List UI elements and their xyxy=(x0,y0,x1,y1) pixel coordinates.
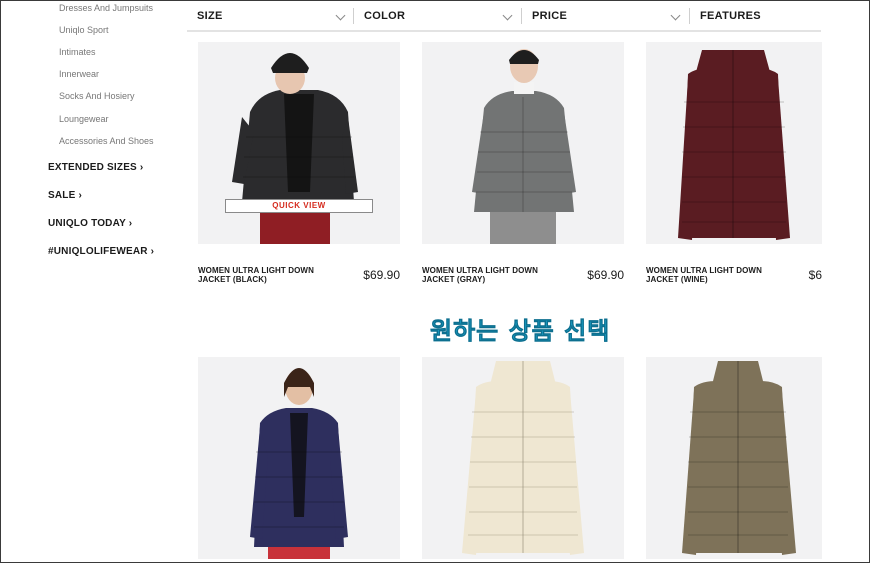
product-name[interactable]: WOMEN ULTRA LIGHT DOWN JACKET (WINE) xyxy=(646,266,786,284)
filter-color[interactable]: COLOR xyxy=(354,1,522,30)
product-image[interactable]: QUICK VIEW xyxy=(198,42,400,244)
filter-color-label: COLOR xyxy=(364,10,406,22)
overlay-caption: 원하는 상품 선택 xyxy=(430,317,611,346)
product-image[interactable] xyxy=(422,42,624,244)
product-image[interactable] xyxy=(646,42,822,244)
chevron-down-icon xyxy=(335,10,346,21)
product-name[interactable]: WOMEN ULTRA LIGHT DOWN JACKET (GRAY) xyxy=(422,266,562,284)
filter-features[interactable]: FEATURES xyxy=(690,1,821,30)
product-card-black[interactable]: QUICK VIEW WOMEN ULTRA LIGHT DOWN JACKET… xyxy=(198,42,400,287)
product-price: $69.90 xyxy=(363,268,400,282)
filter-size-label: SIZE xyxy=(197,10,223,22)
sidebar-item-dresses[interactable]: Dresses And Jumpsuits xyxy=(59,3,153,13)
filter-price-label: PRICE xyxy=(532,10,568,22)
chevron-down-icon xyxy=(502,10,513,21)
sidebar-link-extended-sizes[interactable]: EXTENDED SIZES › xyxy=(48,162,143,173)
product-image[interactable] xyxy=(198,357,400,559)
product-price: $6 xyxy=(808,268,822,282)
filter-bar: SIZE COLOR PRICE FEATURES xyxy=(187,1,821,32)
sidebar-link-sale[interactable]: SALE › xyxy=(48,190,82,201)
sidebar-link-uniqlo-today[interactable]: UNIQLO TODAY › xyxy=(48,218,132,229)
sidebar-item-innerwear[interactable]: Innerwear xyxy=(59,69,99,79)
filter-features-label: FEATURES xyxy=(700,10,761,22)
sidebar-item-sport[interactable]: Uniqlo Sport xyxy=(59,25,109,35)
sidebar-item-accessories[interactable]: Accessories And Shoes xyxy=(59,136,154,146)
product-image[interactable] xyxy=(422,357,624,559)
filter-size[interactable]: SIZE xyxy=(187,1,354,30)
sidebar-item-intimates[interactable]: Intimates xyxy=(59,47,96,57)
sidebar-link-uniqlolifewear[interactable]: #UNIQLOLIFEWEAR › xyxy=(48,246,154,257)
product-card-navy[interactable] xyxy=(198,357,400,559)
product-card-olive[interactable] xyxy=(646,357,822,559)
quick-view-button[interactable]: QUICK VIEW xyxy=(225,199,373,213)
product-image[interactable] xyxy=(646,357,822,559)
page-frame: Dresses And Jumpsuits Uniqlo Sport Intim… xyxy=(0,0,870,563)
filter-price[interactable]: PRICE xyxy=(522,1,690,30)
chevron-down-icon xyxy=(670,10,681,21)
product-card-wine[interactable]: WOMEN ULTRA LIGHT DOWN JACKET (WINE) $6 xyxy=(646,42,822,287)
sidebar: Dresses And Jumpsuits Uniqlo Sport Intim… xyxy=(1,1,181,562)
product-card-ivory[interactable] xyxy=(422,357,624,559)
sidebar-item-socks[interactable]: Socks And Hosiery xyxy=(59,91,135,101)
product-price: $69.90 xyxy=(587,268,624,282)
product-name[interactable]: WOMEN ULTRA LIGHT DOWN JACKET (BLACK) xyxy=(198,266,338,284)
product-card-gray[interactable]: WOMEN ULTRA LIGHT DOWN JACKET (GRAY) $69… xyxy=(422,42,624,287)
sidebar-item-loungewear[interactable]: Loungewear xyxy=(59,114,109,124)
